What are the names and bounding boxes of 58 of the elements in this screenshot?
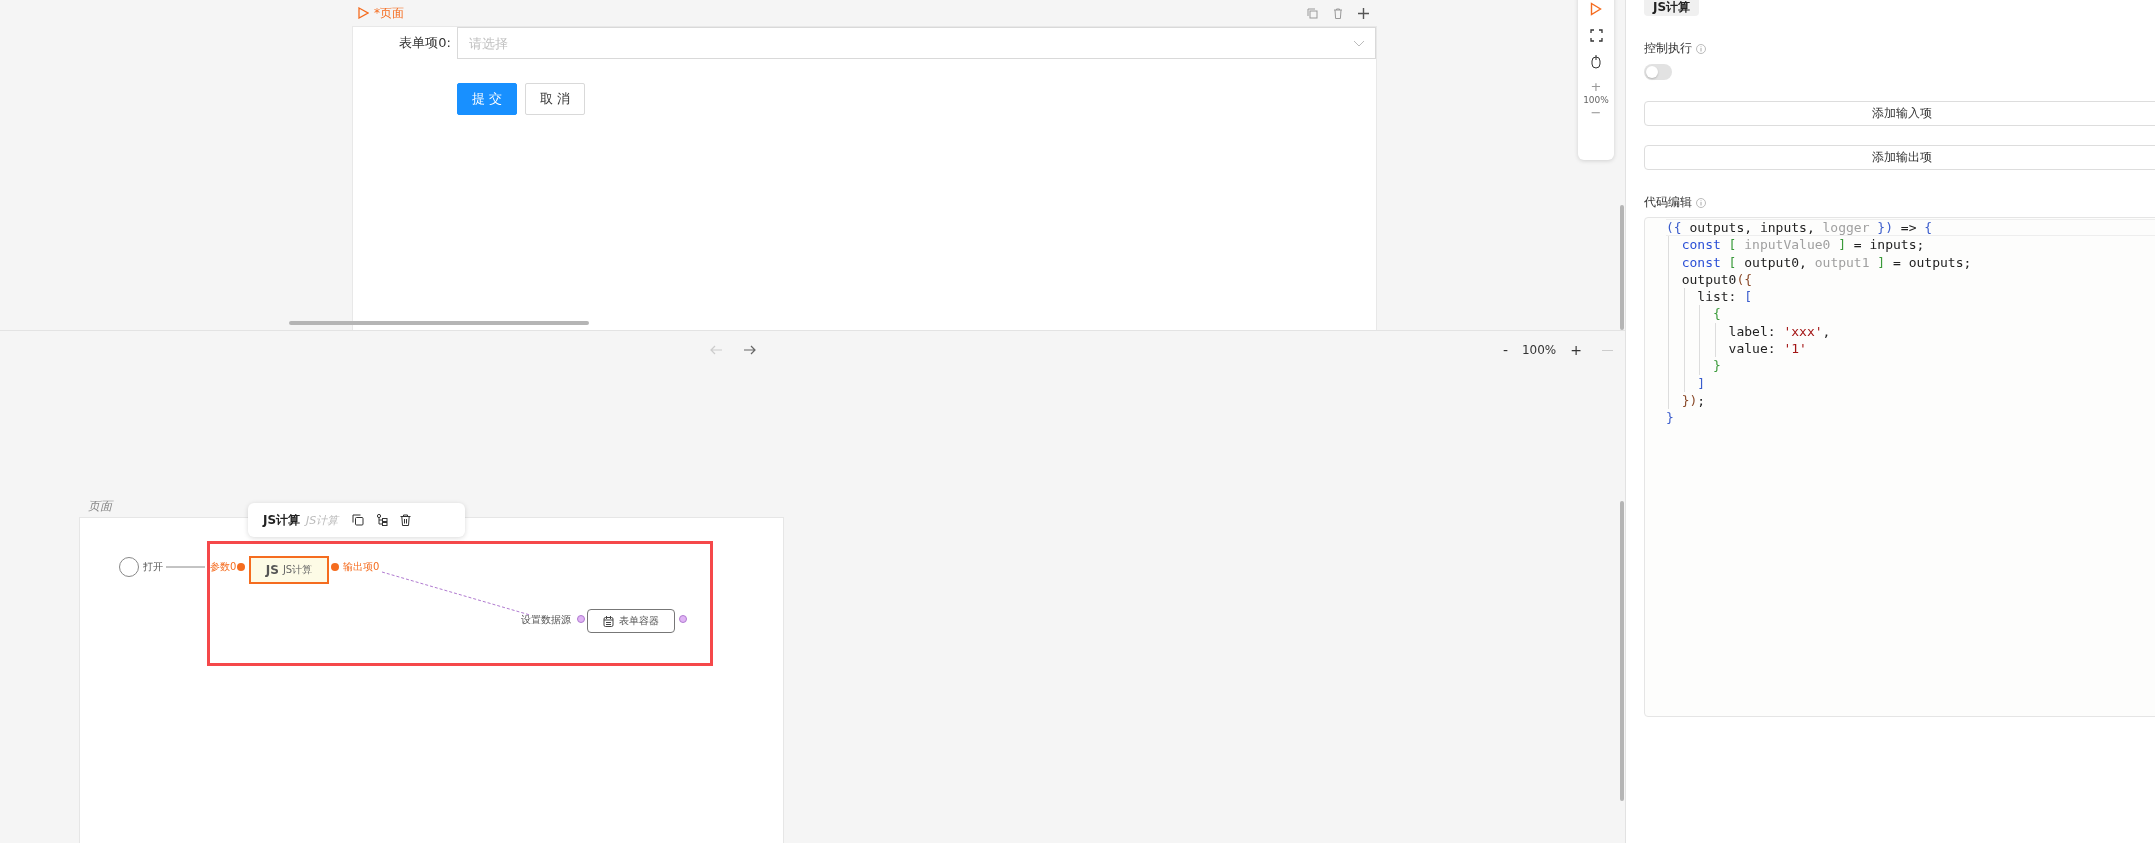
info-icon[interactable] [1696, 197, 1706, 208]
node-type-tag: JS计算 [1644, 0, 1700, 16]
zoom-in-button[interactable]: + [1570, 342, 1582, 358]
arrow-right-icon[interactable] [743, 345, 756, 355]
minimize-icon[interactable] [1602, 349, 1613, 351]
play-icon[interactable] [1590, 2, 1602, 16]
port-label: 设置数据源 [521, 614, 571, 626]
code-line: } [1666, 357, 2155, 375]
code-line: value: '1' [1666, 340, 2155, 358]
code-line: list: [ [1666, 288, 2155, 306]
toggle-switch[interactable] [1644, 64, 1672, 80]
code-editor[interactable]: ({ outputs, inputs, logger }) => { const [ inputValue0 ] = inputs; const [ output0, output1 ] = outputs; output0({ list: [ { label: 'xxx', value: '1' } ] }); } [1644, 217, 2155, 717]
port-dot[interactable] [577, 615, 585, 623]
zoom-level: 100% [1583, 95, 1609, 105]
fullscreen-icon[interactable] [1589, 29, 1603, 42]
play-icon [358, 7, 369, 19]
info-icon[interactable] [1696, 43, 1706, 54]
code-line: { [1666, 305, 2155, 323]
code-line: }); [1666, 391, 2155, 410]
select-field[interactable]: 请选择 [457, 27, 1376, 59]
field-label: 表单项0: [398, 34, 452, 52]
control-label: 控制执行 [1644, 40, 1692, 57]
code-line: ({ outputs, inputs, logger }) => { [1666, 219, 2155, 237]
code-line: label: 'xxx', [1666, 322, 2155, 341]
node-title: JS计算 [263, 511, 301, 529]
hierarchy-icon[interactable] [376, 514, 389, 526]
copy-icon[interactable] [352, 514, 365, 526]
canvas-title: 页面 [88, 498, 112, 515]
node-label: 打开 [143, 561, 163, 573]
scrollbar[interactable] [289, 321, 589, 325]
node-subtitle: JS计算 [306, 512, 339, 528]
cancel-button[interactable]: 取 消 [525, 83, 586, 115]
mouse-icon[interactable] [1591, 55, 1601, 69]
code-line: } [1666, 409, 1675, 427]
scrollbar[interactable] [1620, 501, 1624, 801]
port-label: 参数0 [210, 561, 237, 573]
code-line: const [ output0, output1 ] = outputs; [1666, 253, 2155, 271]
zoom-level: 100% [1521, 343, 1557, 357]
js-node[interactable]: JS JS计算 [249, 556, 329, 584]
arrow-left-icon[interactable] [710, 345, 723, 355]
port-dot[interactable] [331, 563, 339, 571]
code-line: output0({ [1666, 270, 2155, 289]
add-output-button[interactable]: 添加输出项 [1644, 145, 2155, 170]
port-dot[interactable] [237, 563, 245, 571]
code-line: ] [1666, 374, 2155, 392]
zoom-out-button[interactable]: - [1502, 342, 1508, 358]
code-line: const [ inputValue0 ] = inputs; [1666, 236, 2155, 254]
code-label: 代码编辑 [1644, 194, 1692, 211]
chevron-down-icon [1353, 40, 1365, 47]
add-input-button[interactable]: 添加输入项 [1644, 101, 2155, 126]
calendar-icon [603, 615, 614, 627]
add-icon[interactable] [1358, 7, 1369, 19]
scrollbar[interactable] [1620, 205, 1624, 330]
port-dot[interactable] [679, 615, 687, 623]
connector-line [165, 566, 206, 568]
delete-icon[interactable] [400, 514, 412, 526]
form-node[interactable]: 表单容器 [587, 609, 675, 633]
port-label: 输出项0 [343, 561, 380, 573]
